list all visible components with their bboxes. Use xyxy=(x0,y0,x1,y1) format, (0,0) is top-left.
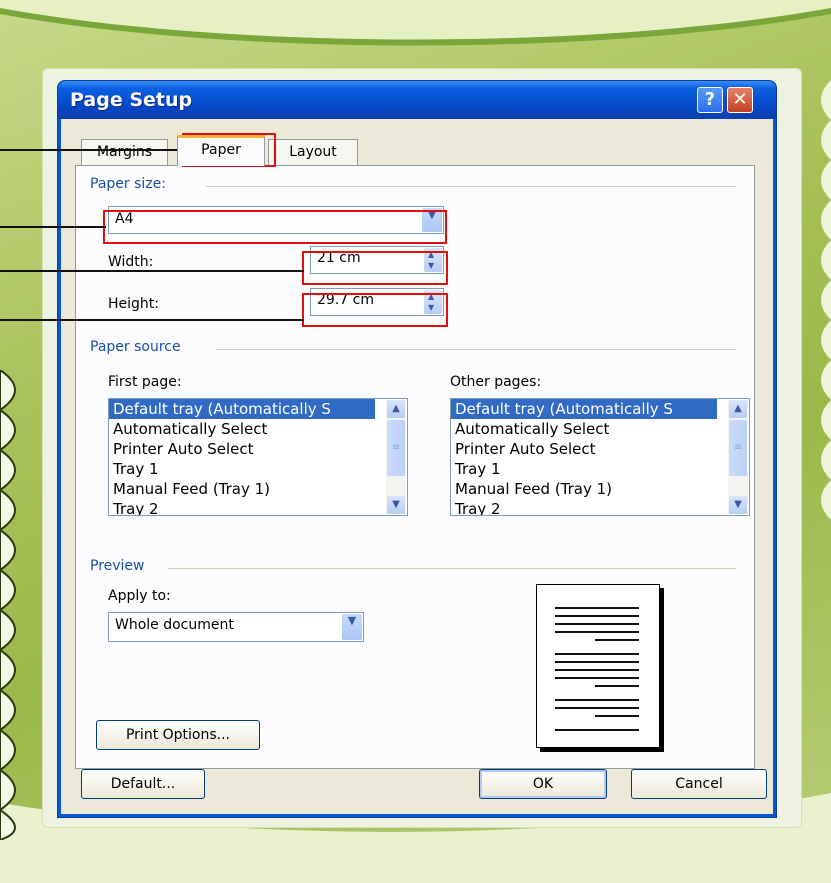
preview-group-label: Preview xyxy=(90,558,153,574)
scrollbar[interactable]: ▲ ≡ ▼ xyxy=(386,400,406,514)
help-button[interactable]: ? xyxy=(697,87,723,113)
tab-layout[interactable]: Layout xyxy=(268,139,358,165)
first-page-list[interactable]: Default tray (Automatically S Automatica… xyxy=(108,398,408,516)
group-divider xyxy=(216,349,736,350)
other-pages-label: Other pages: xyxy=(450,374,542,390)
preview-text-line xyxy=(555,623,639,625)
chevron-up-icon[interactable]: ▲ xyxy=(729,400,747,418)
preview-text-line xyxy=(555,729,639,731)
preview-text-line xyxy=(555,699,639,701)
preview-text-line xyxy=(555,653,639,655)
scroll-thumb[interactable]: ≡ xyxy=(387,420,405,476)
ok-button[interactable]: OK xyxy=(479,769,607,799)
preview-text-line xyxy=(595,715,639,717)
print-options-button[interactable]: Print Options... xyxy=(96,720,260,750)
list-item[interactable]: Printer Auto Select xyxy=(109,439,375,459)
list-item[interactable]: Manual Feed (Tray 1) xyxy=(109,479,375,499)
preview-text-line xyxy=(595,685,639,687)
preview-text-line xyxy=(555,615,639,617)
close-button[interactable]: ✕ xyxy=(727,87,753,113)
callout-line xyxy=(0,226,106,228)
preview-text-line xyxy=(555,607,639,609)
first-page-label: First page: xyxy=(108,374,182,390)
tab-margins[interactable]: Margins xyxy=(81,139,168,165)
title-bar[interactable]: Page Setup ? ✕ xyxy=(58,81,776,119)
left-scallop-decoration xyxy=(0,370,16,840)
preview-text-line xyxy=(555,661,639,663)
page-preview-thumbnail xyxy=(536,584,660,748)
highlight-width xyxy=(302,251,448,285)
top-wave-decoration xyxy=(0,0,831,46)
highlight-height xyxy=(302,293,448,327)
paper-size-group-label: Paper size: xyxy=(90,176,174,192)
preview-text-line xyxy=(595,639,639,641)
group-divider xyxy=(168,568,736,569)
dialog-title: Page Setup xyxy=(70,89,193,111)
list-item[interactable]: Tray 1 xyxy=(451,459,717,479)
tab-paper[interactable]: Paper xyxy=(177,135,265,166)
apply-to-label: Apply to: xyxy=(108,588,171,604)
list-item[interactable]: Automatically Select xyxy=(451,419,717,439)
preview-text-line xyxy=(555,707,639,709)
group-divider xyxy=(206,186,736,187)
chevron-up-icon[interactable]: ▲ xyxy=(387,400,405,418)
list-item[interactable]: Default tray (Automatically S xyxy=(109,399,375,419)
callout-line xyxy=(0,270,304,272)
list-item[interactable]: Tray 2 xyxy=(109,499,375,515)
right-scallop-decoration xyxy=(821,80,831,520)
list-item[interactable]: Automatically Select xyxy=(109,419,375,439)
help-icon: ? xyxy=(704,89,716,110)
scrollbar[interactable]: ▲ ≡ ▼ xyxy=(728,400,748,514)
highlight-paper-size xyxy=(103,210,447,244)
preview-text-line xyxy=(555,631,639,633)
list-item[interactable]: Tray 2 xyxy=(451,499,717,515)
callout-line xyxy=(0,149,184,151)
close-icon: ✕ xyxy=(732,89,748,110)
preview-text-line xyxy=(555,669,639,671)
chevron-down-icon[interactable]: ▼ xyxy=(729,496,747,514)
list-item[interactable]: Printer Auto Select xyxy=(451,439,717,459)
chevron-down-icon[interactable]: ▼ xyxy=(387,496,405,514)
page-setup-dialog: Page Setup ? ✕ Margins Paper Layout Pape… xyxy=(57,80,777,818)
width-label: Width: xyxy=(108,254,154,270)
height-label: Height: xyxy=(108,296,159,312)
chevron-down-icon[interactable]: ▼ xyxy=(342,614,362,640)
list-item[interactable]: Tray 1 xyxy=(109,459,375,479)
scroll-thumb[interactable]: ≡ xyxy=(729,420,747,476)
paper-source-group-label: Paper source xyxy=(90,339,189,355)
list-item[interactable]: Manual Feed (Tray 1) xyxy=(451,479,717,499)
cancel-button[interactable]: Cancel xyxy=(631,769,767,799)
apply-to-value: Whole document xyxy=(115,617,234,633)
callout-line xyxy=(0,319,304,321)
apply-to-select[interactable]: Whole document ▼ xyxy=(108,612,364,642)
default-button[interactable]: Default... xyxy=(81,769,205,799)
preview-text-line xyxy=(555,677,639,679)
other-pages-list[interactable]: Default tray (Automatically S Automatica… xyxy=(450,398,750,516)
list-item[interactable]: Default tray (Automatically S xyxy=(451,399,717,419)
